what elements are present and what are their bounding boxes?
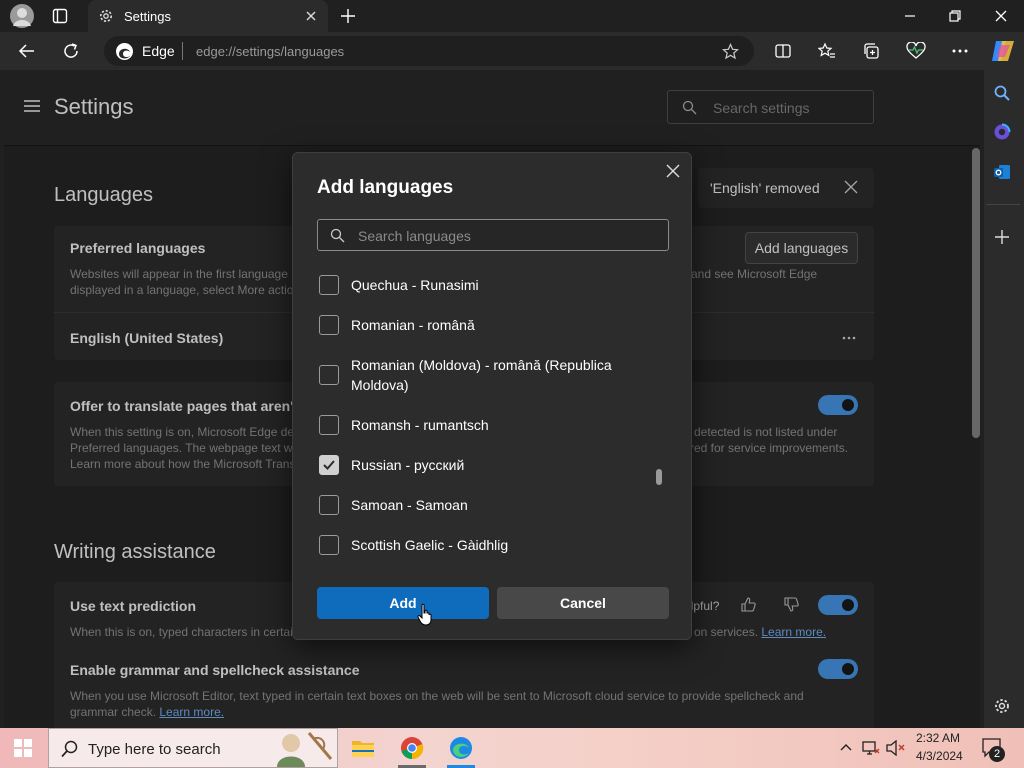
edge-sidebar [984,70,1024,730]
search-icon [330,228,345,243]
add-button[interactable]: Add [317,587,489,619]
checkbox-unchecked[interactable] [319,365,339,385]
tab-bar: Settings [0,0,1024,32]
tab-actions-icon[interactable] [52,8,68,24]
profile-avatar-icon[interactable] [10,4,34,28]
volume-muted-icon[interactable] [886,740,906,756]
browser-toolbar: Edge edge://settings/languages [0,32,1024,70]
taskbar-search-placeholder: Type here to search [88,741,221,758]
favorites-icon[interactable] [818,42,836,60]
minimize-icon[interactable] [902,8,918,24]
taskbar: Type here to search 2:32 AM 4/3/2024 2 [0,728,1024,768]
back-arrow-icon[interactable] [18,42,36,60]
address-divider [182,42,183,60]
new-tab-icon[interactable] [340,8,356,24]
copilot-icon[interactable] [990,39,1016,63]
sidebar-search-icon[interactable] [993,84,1011,102]
tab-title: Settings [124,9,171,24]
search-languages-input[interactable]: Search languages [317,219,669,251]
checkbox-unchecked[interactable] [319,495,339,515]
taskbar-search-box[interactable]: Type here to search [48,728,338,768]
network-icon[interactable] [862,740,880,756]
split-screen-icon[interactable] [774,42,792,60]
add-languages-dialog: Add languages Search languages Quechua -… [292,152,692,640]
address-brand: Edge [142,43,175,59]
checkbox-unchecked[interactable] [319,535,339,555]
language-label: Scottish Gaelic - Gàidhlig [351,537,509,553]
language-label: Romanian (Moldova) - română (Republica M… [351,357,612,393]
sidebar-copilot-icon[interactable] [993,123,1011,141]
checkmark-icon [323,460,335,470]
sidebar-settings-gear-icon[interactable] [993,697,1011,715]
file-explorer-icon[interactable] [351,737,375,759]
chrome-icon[interactable] [400,736,424,760]
url-path: languages [284,44,345,59]
favorite-star-icon[interactable] [722,43,739,60]
language-list: Quechua - Runasimi Romanian - română Rom… [293,263,693,563]
url-text[interactable]: edge://settings/languages [196,44,344,59]
checkbox-unchecked[interactable] [319,415,339,435]
dialog-title: Add languages [317,177,454,198]
close-tab-icon[interactable] [304,9,318,23]
checkbox-unchecked[interactable] [319,315,339,335]
checkbox-unchecked[interactable] [319,275,339,295]
notification-count-badge: 2 [989,746,1005,762]
hand-cursor-icon [417,603,433,627]
checkbox-checked[interactable] [319,455,339,475]
sidebar-add-icon[interactable] [994,229,1010,245]
search-icon [61,740,79,758]
edge-logo-icon [116,43,133,60]
language-label: Quechua - Runasimi [351,277,479,293]
more-options-icon[interactable] [951,49,969,53]
close-window-icon[interactable] [993,8,1009,24]
gear-icon [98,8,114,24]
sidebar-divider [986,204,1020,205]
refresh-icon[interactable] [62,42,80,60]
language-label: Russian - русский [351,457,465,473]
collections-icon[interactable] [862,42,880,60]
clock-time[interactable]: 2:32 AM [916,731,960,745]
clock-date[interactable]: 4/3/2024 [916,749,963,763]
cancel-button[interactable]: Cancel [497,587,669,619]
sidebar-outlook-icon[interactable] [993,163,1011,181]
restore-icon[interactable] [947,8,963,24]
chevron-up-icon[interactable] [840,742,852,752]
language-label: Samoan - Samoan [351,497,468,513]
search-languages-placeholder: Search languages [358,228,471,244]
search-highlight-illustration [269,729,337,767]
tab-settings[interactable]: Settings [88,0,328,32]
edge-taskbar-icon[interactable] [449,736,473,760]
browser-essentials-icon[interactable] [906,42,926,60]
windows-start-icon[interactable] [14,739,32,757]
list-scrollbar-thumb[interactable] [656,469,662,485]
address-bar[interactable]: Edge edge://settings/languages [104,36,754,66]
url-prefix: edge://settings/ [196,44,285,59]
close-dialog-icon[interactable] [666,164,680,178]
language-label: Romanian - română [351,317,475,333]
language-label: Romansh - rumantsch [351,417,489,433]
